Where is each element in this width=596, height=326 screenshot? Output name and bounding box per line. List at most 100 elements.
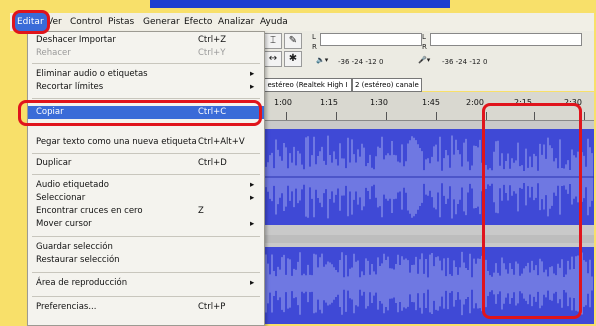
menu-item-seleccionar[interactable]: Seleccionar ▸ (28, 192, 264, 205)
menu-separator (32, 153, 260, 154)
tick-label: 1:45 (422, 98, 440, 107)
menu-item-label: Preferencias... (36, 302, 97, 312)
waveform (262, 121, 594, 233)
submenu-arrow-icon: ▸ (250, 82, 255, 92)
menu-item-recortar[interactable]: Recortar límites ▸ (28, 81, 264, 94)
menu-item-label: Guardar selección (36, 242, 113, 252)
menu-separator (32, 174, 260, 175)
menu-item-shortcut: Ctrl+Alt+V (198, 137, 245, 147)
timeline-ruler[interactable]: 1:00 1:15 1:30 1:45 2:00 2:15 2:30 (262, 92, 594, 121)
menu-item-preferencias[interactable]: Preferencias... Ctrl+P (28, 301, 264, 314)
tick-mark (436, 112, 437, 120)
track-divider (262, 235, 594, 243)
record-meter[interactable] (430, 33, 582, 46)
audio-track-2[interactable] (262, 243, 594, 324)
menu-item-rehacer[interactable]: Rehacer Ctrl+Y (28, 47, 264, 60)
menu-item-label: Deshacer Importar (36, 35, 116, 45)
menu-ver[interactable]: Ver (47, 13, 62, 31)
menu-item-label: Duplicar (36, 158, 72, 168)
menu-item-label: Audio etiquetado (36, 180, 109, 190)
mic-icon[interactable]: 🎤▾ (418, 56, 430, 64)
menu-item-label: Copiar (36, 107, 64, 117)
screenshot-frame: Editar Ver Control Pistas Generar Efecto… (0, 0, 596, 326)
tick-label: 2:00 (466, 98, 484, 107)
tick-label: 1:15 (320, 98, 338, 107)
menu-pistas[interactable]: Pistas (108, 13, 134, 31)
menu-item-label: Restaurar selección (36, 255, 120, 265)
menu-item-label: Rehacer (36, 48, 71, 58)
menu-item-shortcut: Ctrl+C (198, 107, 227, 117)
meter-left-l: L (312, 33, 316, 41)
channels-select[interactable]: 2 (estéreo) canale (352, 78, 422, 92)
menu-separator (32, 98, 260, 99)
tick-mark (584, 112, 585, 120)
menu-item-deshacer[interactable]: Deshacer Importar Ctrl+Z (28, 34, 264, 47)
toolbar: ⌶ ✎ ↔ ✱ L R L R 🔈▾ -36 -24 -12 0 🎤▾ -36 … (256, 31, 594, 92)
menu-item-eliminar[interactable]: Eliminar audio o etiquetas ▸ (28, 68, 264, 81)
menu-item-shortcut: Ctrl+Z (198, 35, 227, 45)
speaker-icon[interactable]: 🔈▾ (316, 56, 328, 64)
tick-mark (286, 112, 287, 120)
waveform (262, 243, 594, 324)
audio-track-1[interactable] (262, 121, 594, 233)
multi-tool-icon[interactable]: ✱ (284, 51, 302, 67)
menu-item-copiar[interactable]: Copiar Ctrl+C (28, 106, 264, 119)
menu-item-guardar-seleccion[interactable]: Guardar selección (28, 241, 264, 254)
submenu-arrow-icon: ▸ (250, 193, 255, 203)
menu-separator (32, 236, 260, 237)
menu-item-shortcut: Ctrl+D (198, 158, 227, 168)
menu-editar[interactable]: Editar (14, 13, 47, 31)
tick-mark (386, 112, 387, 120)
menu-control[interactable]: Control (70, 13, 103, 31)
track-area[interactable] (262, 121, 594, 324)
menu-item-label: Recortar límites (36, 82, 104, 92)
menu-item-area-reproduccion[interactable]: Área de reproducción ▸ (28, 277, 264, 290)
menu-separator (32, 296, 260, 297)
tick-mark (336, 112, 337, 120)
meter-right-l: L (422, 33, 426, 41)
background-strip (0, 31, 27, 324)
menu-item-mover-cursor[interactable]: Mover cursor ▸ (28, 218, 264, 231)
submenu-arrow-icon: ▸ (250, 278, 255, 288)
draw-tool-icon[interactable]: ✎ (284, 33, 302, 49)
meter-left-r: R (312, 43, 317, 51)
menu-item-shortcut: Z (198, 206, 204, 216)
menu-generar[interactable]: Generar (143, 13, 180, 31)
menu-item-label: Seleccionar (36, 193, 86, 203)
playback-meter[interactable] (320, 33, 422, 46)
menu-item-cruces-cero[interactable]: Encontrar cruces en cero Z (28, 205, 264, 218)
menu-item-label: Eliminar audio o etiquetas (36, 69, 148, 79)
menu-item-label: Área de reproducción (36, 278, 128, 288)
tick-mark (486, 112, 487, 120)
tick-label: 1:30 (370, 98, 388, 107)
menu-item-pegar-texto[interactable]: Pegar texto como una nueva etiqueta Ctrl… (28, 136, 264, 149)
channels-value: 2 (estéreo) canale (355, 81, 419, 89)
menu-item-label: Mover cursor (36, 219, 92, 229)
submenu-arrow-icon: ▸ (250, 69, 255, 79)
menu-analizar[interactable]: Analizar (218, 13, 254, 31)
tick-mark (534, 112, 535, 120)
title-accent-bar (150, 0, 450, 8)
menu-item-label: Pegar texto como una nueva etiqueta (36, 137, 197, 147)
menu-item-label: Encontrar cruces en cero (36, 206, 143, 216)
playback-device-value: la estéreo (Realtek High I (259, 81, 348, 89)
submenu-arrow-icon: ▸ (250, 219, 255, 229)
menu-ayuda[interactable]: Ayuda (260, 13, 288, 31)
menu-separator (32, 272, 260, 273)
timeshift-tool-icon[interactable]: ↔ (264, 51, 282, 67)
menu-item-restaurar-seleccion[interactable]: Restaurar selección (28, 254, 264, 267)
menu-bar: Editar Ver Control Pistas Generar Efecto… (10, 13, 594, 32)
menu-separator (32, 63, 260, 64)
menu-efecto[interactable]: Efecto (184, 13, 212, 31)
scale-a: -36 -24 -12 0 (338, 58, 384, 66)
submenu-arrow-icon: ▸ (250, 180, 255, 190)
meter-right-r: R (422, 43, 427, 51)
tick-label: 2:15 (514, 98, 532, 107)
menu-item-audio-etiquetado[interactable]: Audio etiquetado ▸ (28, 179, 264, 192)
tick-label: 2:30 (564, 98, 582, 107)
scale-b: -36 -24 -12 0 (442, 58, 488, 66)
menu-item-duplicar[interactable]: Duplicar Ctrl+D (28, 157, 264, 170)
playback-device-select[interactable]: la estéreo (Realtek High I (256, 78, 352, 92)
selection-tool-icon[interactable]: ⌶ (264, 33, 282, 49)
menu-item-shortcut: Ctrl+Y (198, 48, 226, 58)
